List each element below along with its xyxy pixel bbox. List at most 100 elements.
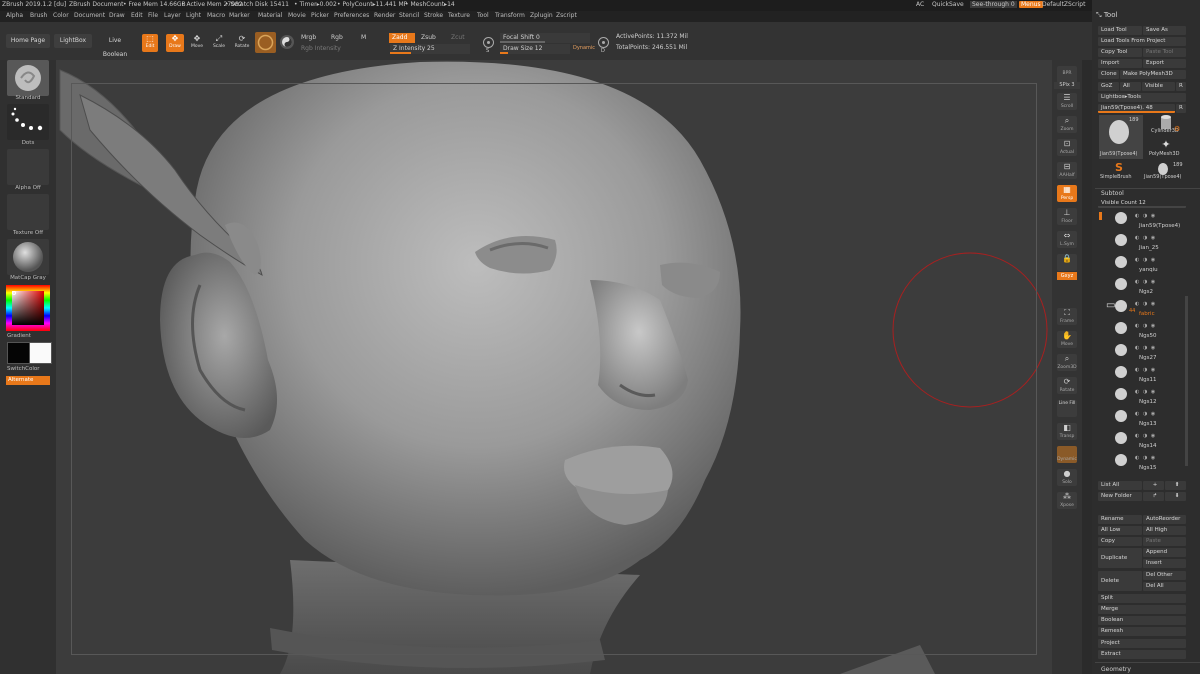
alpha-thumbnail[interactable] bbox=[7, 149, 49, 185]
dynamic-view-button[interactable]: Dynamic bbox=[1057, 446, 1077, 463]
material-swatch-button[interactable] bbox=[255, 32, 276, 53]
visible-count-slider[interactable]: Visible Count 12 bbox=[1098, 199, 1186, 208]
floor-button[interactable]: ⊥ Floor bbox=[1057, 208, 1077, 225]
menu-edit[interactable]: Edit bbox=[131, 12, 143, 19]
scroll-button[interactable]: ☰ Scroll bbox=[1057, 93, 1077, 110]
menu-preferences[interactable]: Preferences bbox=[334, 12, 369, 19]
menu-texture[interactable]: Texture bbox=[448, 12, 470, 19]
eye-icon[interactable]: ◐ ◑ ◉ bbox=[1135, 433, 1156, 439]
export-button[interactable]: Export bbox=[1143, 59, 1186, 68]
duplicate-button[interactable]: Duplicate bbox=[1098, 548, 1142, 568]
delete-button[interactable]: Delete bbox=[1098, 571, 1142, 591]
menu-document[interactable]: Document bbox=[74, 12, 105, 19]
switchcolor-label[interactable]: SwitchColor bbox=[7, 366, 63, 372]
subtool-row[interactable]: ◐ ◑ ◉ Ngs14 bbox=[1099, 430, 1189, 452]
spix-slider[interactable]: SPix 3 bbox=[1054, 82, 1080, 89]
goz-button[interactable]: GoZ bbox=[1098, 82, 1119, 91]
move-down-button[interactable]: ⬆ bbox=[1165, 481, 1186, 490]
save-as-button[interactable]: Save As bbox=[1143, 26, 1186, 35]
menu-picker[interactable]: Picker bbox=[311, 12, 329, 19]
project-menu[interactable]: Project bbox=[1098, 639, 1186, 648]
goz-all-button[interactable]: All bbox=[1120, 82, 1141, 91]
color-mode-button[interactable] bbox=[280, 35, 294, 49]
lightbox-button[interactable]: LightBox bbox=[54, 34, 92, 48]
menu-tool[interactable]: Tool bbox=[477, 12, 489, 19]
autoreorder-button[interactable]: AutoReorder bbox=[1143, 515, 1186, 524]
quicksave-button[interactable]: QuickSave bbox=[932, 1, 964, 8]
home-page-button[interactable]: Home Page bbox=[6, 34, 50, 48]
move-down-arrow-button[interactable]: ⬇ bbox=[1165, 492, 1186, 501]
draw-size-slider[interactable]: Draw Size 12 bbox=[500, 44, 570, 54]
subtool-header[interactable]: Subtool bbox=[1101, 190, 1124, 197]
insert-button[interactable]: Insert bbox=[1143, 559, 1186, 568]
split-menu[interactable]: Split bbox=[1098, 594, 1186, 603]
tool-thumb-jian59[interactable]: 189 Jian59(Tpose4) bbox=[1099, 115, 1143, 159]
transp-button[interactable]: ◧ Transp bbox=[1057, 423, 1077, 440]
menu-movie[interactable]: Movie bbox=[288, 12, 306, 19]
subtool-row[interactable]: ◐ ◑ ◉ Ngs15 bbox=[1099, 452, 1189, 474]
rename-button[interactable]: Rename bbox=[1098, 515, 1142, 524]
paste-subtool-button[interactable]: Paste bbox=[1143, 537, 1186, 546]
focal-shift-toggle[interactable]: S bbox=[482, 36, 495, 54]
subtool-row[interactable]: ◐ ◑ ◉ yanqiu bbox=[1099, 254, 1189, 276]
del-all-button[interactable]: Del All bbox=[1143, 582, 1186, 591]
menu-stroke[interactable]: Stroke bbox=[424, 12, 443, 19]
solo-button[interactable]: ● Solo bbox=[1057, 469, 1077, 486]
tool-thumb-polymesh3d[interactable]: ✦ PolyMesh3D bbox=[1146, 138, 1186, 160]
make-polymesh3d-button[interactable]: Make PolyMesh3D bbox=[1120, 70, 1186, 79]
subtool-row[interactable]: ◐ ◑ ◉ Ngs27 bbox=[1099, 342, 1189, 364]
eye-icon[interactable]: ◐ ◑ ◉ bbox=[1135, 213, 1156, 219]
color-picker[interactable] bbox=[6, 285, 50, 331]
zsub-button[interactable]: Zsub bbox=[418, 33, 442, 43]
zadd-button[interactable]: Zadd bbox=[389, 33, 415, 43]
append-button[interactable]: Append bbox=[1143, 548, 1186, 557]
actual-button[interactable]: ⊡ Actual bbox=[1057, 139, 1077, 156]
eye-icon[interactable]: ◐ ◑ ◉ bbox=[1135, 345, 1156, 351]
all-high-button[interactable]: All High bbox=[1143, 526, 1186, 535]
brush-thumbnail[interactable] bbox=[7, 60, 49, 96]
paste-tool-button[interactable]: Paste Tool bbox=[1143, 48, 1186, 57]
edit-button[interactable]: ⬚ Edit bbox=[142, 34, 158, 52]
menu-brush[interactable]: Brush bbox=[30, 12, 47, 19]
move-view-button[interactable]: ✋ Move bbox=[1057, 331, 1077, 348]
linefill-button[interactable]: Line Fill bbox=[1057, 400, 1077, 417]
rotate-button[interactable]: ⟳ Rotate bbox=[232, 34, 252, 52]
menu-zplugin[interactable]: Zplugin bbox=[530, 12, 553, 19]
dynamic-button[interactable]: Dynamic bbox=[570, 44, 595, 54]
copy-tool-button[interactable]: Copy Tool bbox=[1098, 48, 1142, 57]
menus-button[interactable]: Menus bbox=[1019, 1, 1043, 8]
menu-render[interactable]: Render bbox=[374, 12, 395, 19]
menu-marker[interactable]: Marker bbox=[229, 12, 250, 19]
move-up-arrow-button[interactable]: ↱ bbox=[1143, 492, 1164, 501]
secondary-color-swatch[interactable] bbox=[7, 342, 30, 364]
persp-button[interactable]: ▦ Persp bbox=[1057, 185, 1077, 202]
draw-mode-toggle[interactable]: D bbox=[597, 36, 610, 54]
focal-shift-slider[interactable]: Focal Shift 0 bbox=[500, 33, 590, 43]
menu-light[interactable]: Light bbox=[186, 12, 201, 19]
z-intensity-slider[interactable]: Z Intensity 25 bbox=[390, 44, 470, 54]
goz-visible-button[interactable]: Visible bbox=[1142, 82, 1175, 91]
del-other-button[interactable]: Del Other bbox=[1143, 571, 1186, 580]
subtool-row[interactable]: ◐ ◑ ◉ Ngs13 bbox=[1099, 408, 1189, 430]
material-thumbnail[interactable] bbox=[7, 239, 49, 275]
import-button[interactable]: Import bbox=[1098, 59, 1142, 68]
menu-alpha[interactable]: Alpha bbox=[6, 12, 23, 19]
eye-icon[interactable]: ◐ ◑ ◉ bbox=[1135, 257, 1156, 263]
clone-button[interactable]: Clone bbox=[1098, 70, 1119, 79]
eye-icon[interactable]: ◐ ◑ ◉ bbox=[1135, 411, 1156, 417]
eye-icon[interactable]: ◐ ◑ ◉ bbox=[1135, 455, 1156, 461]
subtool-row[interactable]: ◐ ◑ ◉ Ngs50 bbox=[1099, 320, 1189, 342]
lsym-button[interactable]: ⇔ L.Sym bbox=[1057, 231, 1077, 248]
subtool-row[interactable]: ◐ ◑ ◉ Ngs12 bbox=[1099, 386, 1189, 408]
stroke-thumbnail[interactable] bbox=[7, 104, 49, 140]
default-zscript-button[interactable]: DefaultZScript bbox=[1042, 1, 1085, 8]
current-tool-slider[interactable]: Jian59(Tpose4). 48 bbox=[1098, 104, 1175, 113]
menu-file[interactable]: File bbox=[148, 12, 158, 19]
alternate-button[interactable]: Alternate bbox=[6, 376, 50, 385]
eye-icon[interactable]: ◐ ◑ ◉ bbox=[1135, 389, 1156, 395]
texture-thumbnail[interactable] bbox=[7, 194, 49, 230]
all-low-button[interactable]: All Low bbox=[1098, 526, 1142, 535]
eye-icon[interactable]: ◐ ◑ ◉ bbox=[1135, 279, 1156, 285]
eye-icon[interactable]: ◐ ◑ ◉ bbox=[1135, 301, 1156, 307]
rotate-view-button[interactable]: ⟳ Rotate bbox=[1057, 377, 1077, 394]
